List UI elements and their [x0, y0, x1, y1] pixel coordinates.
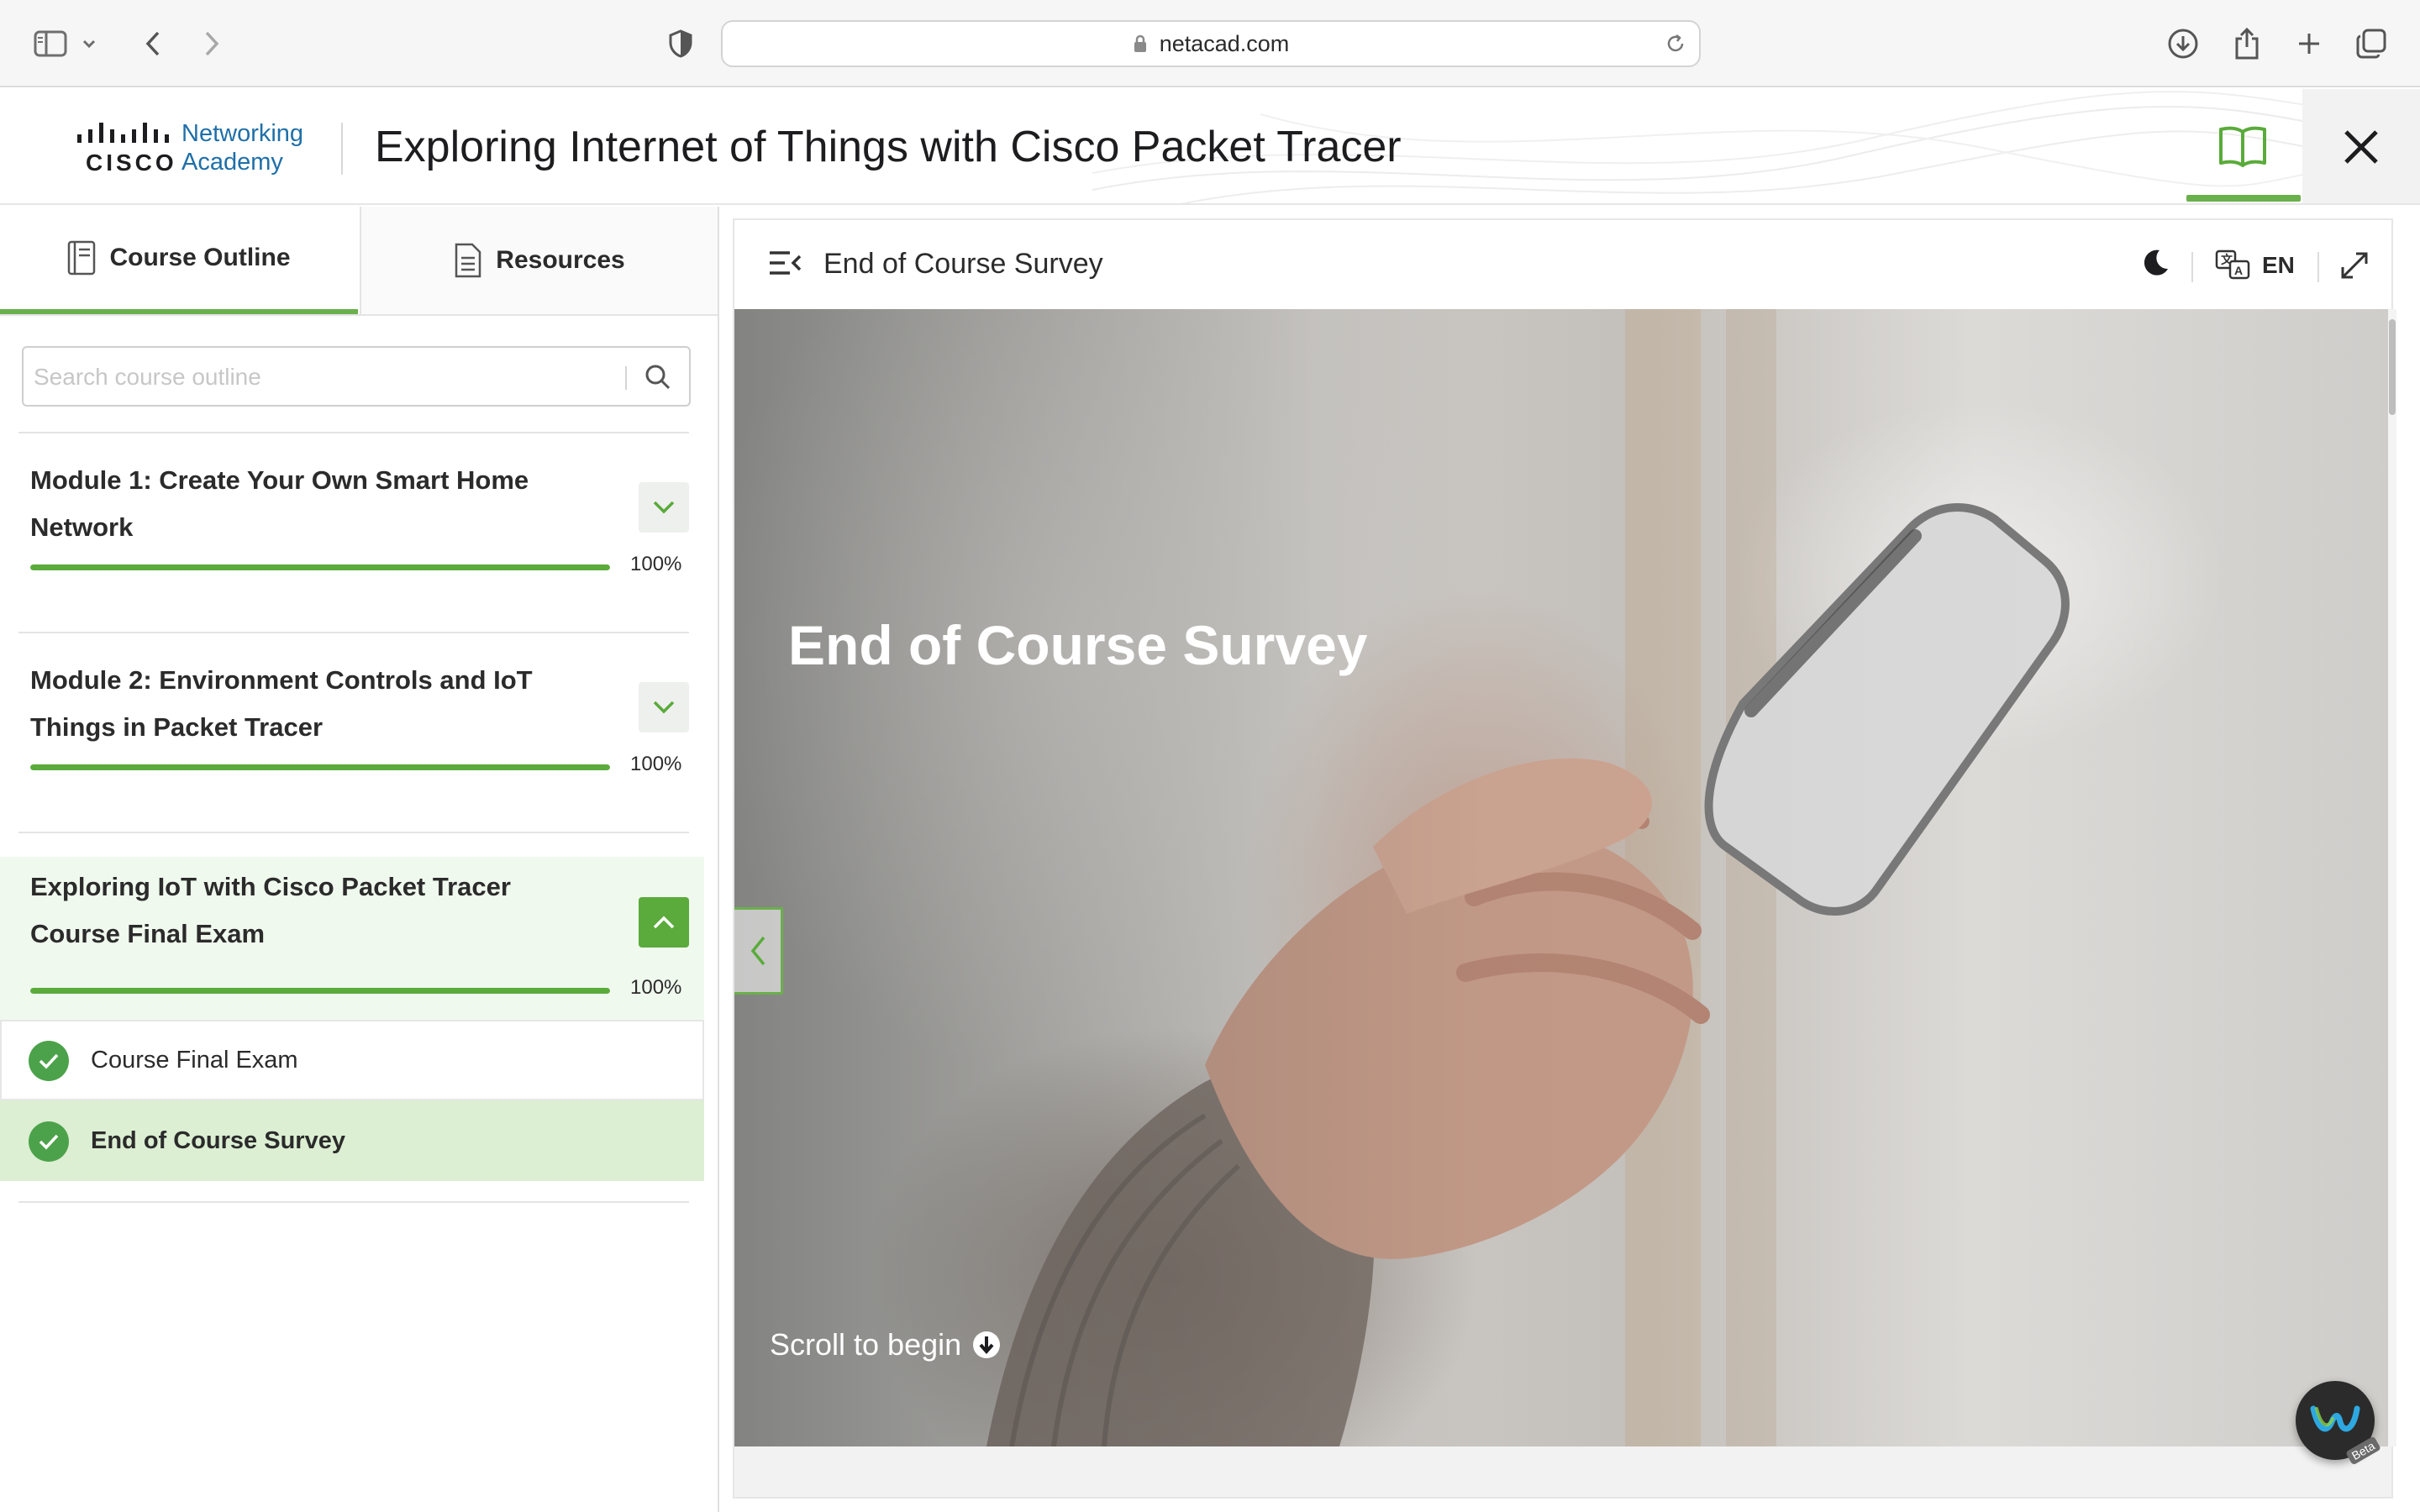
- new-tab-icon[interactable]: [2286, 20, 2333, 67]
- content-footer: [734, 1446, 2391, 1497]
- translate-icon: 文A: [2215, 249, 2250, 280]
- module-progress-fill: [30, 988, 610, 994]
- webex-assistant-button[interactable]: Beta: [2296, 1381, 2381, 1466]
- module-title: Module 2: Environment Controls and IoT T…: [30, 665, 533, 742]
- chevron-up-icon: [653, 916, 675, 929]
- document-icon: [455, 243, 481, 278]
- close-button[interactable]: [2302, 89, 2420, 203]
- sidebar-tabs: Course Outline Resources: [0, 207, 718, 316]
- module-final-exam[interactable]: Exploring IoT with Cisco Packet Tracer C…: [0, 857, 704, 1020]
- collapse-module-button[interactable]: [639, 897, 689, 948]
- header-divider: [2317, 252, 2319, 282]
- url-text: netacad.com: [1159, 30, 1290, 56]
- chevron-down-icon: [653, 701, 675, 714]
- lesson-course-final-exam[interactable]: Course Final Exam: [0, 1020, 704, 1100]
- reload-icon[interactable]: [1664, 32, 1687, 55]
- brand-bottom-text: Academy: [182, 149, 283, 176]
- module-title: Module 1: Create Your Own Smart Home Net…: [30, 465, 529, 542]
- arrow-down-circle-icon: [973, 1331, 1001, 1358]
- search-icon[interactable]: [644, 363, 672, 391]
- fullscreen-icon[interactable]: [2338, 249, 2371, 282]
- module-progress-bar: [30, 764, 610, 770]
- module-progress-fill: [30, 764, 610, 770]
- module-progress-percent: 100%: [630, 753, 682, 775]
- tab-overview-icon[interactable]: [2348, 20, 2395, 67]
- networking-academy-text: Networking Academy: [182, 119, 303, 176]
- brand-top-text: Networking: [182, 120, 304, 147]
- webex-icon: [2310, 1405, 2360, 1432]
- language-code: EN: [2262, 252, 2295, 278]
- hero-image: End of Course Survey Scroll to begin: [734, 309, 2391, 1446]
- book-active-indicator: [2186, 195, 2301, 202]
- chevron-left-icon: [750, 936, 765, 966]
- module-progress-bar: [30, 564, 610, 570]
- scroll-to-begin[interactable]: Scroll to begin: [770, 1324, 1002, 1366]
- address-bar[interactable]: netacad.com: [721, 20, 1701, 67]
- forward-icon[interactable]: [188, 20, 235, 67]
- content-header: End of Course Survey 文A EN: [734, 220, 2391, 309]
- divider: [18, 1201, 689, 1203]
- back-icon[interactable]: [129, 20, 176, 67]
- share-icon[interactable]: [2223, 20, 2270, 67]
- tab-course-outline-label: Course Outline: [109, 244, 291, 271]
- course-title: Exploring Internet of Things with Cisco …: [375, 123, 1402, 171]
- cisco-bridge-icon: [77, 123, 169, 143]
- logo-divider: [341, 123, 343, 175]
- privacy-shield-icon[interactable]: [657, 20, 704, 67]
- header-divider: [2191, 252, 2193, 282]
- module-progress-percent: 100%: [630, 976, 682, 999]
- collapse-menu-icon[interactable]: [768, 249, 802, 277]
- chevron-down-icon: [653, 501, 675, 514]
- svg-text:A: A: [2234, 264, 2243, 277]
- hero-title: End of Course Survey: [788, 614, 1368, 676]
- search-divider: [625, 366, 627, 390]
- tab-resources-label: Resources: [496, 246, 625, 274]
- completed-check-icon: [29, 1041, 69, 1081]
- content-scrollbar[interactable]: [2388, 309, 2396, 1446]
- completed-check-icon: [29, 1121, 69, 1162]
- module-progress-percent: 100%: [630, 553, 682, 575]
- tab-course-outline[interactable]: Course Outline: [0, 207, 358, 314]
- sidebar-toggle-icon[interactable]: [27, 20, 74, 67]
- course-sidebar: Course Outline Resources Module 1: Creat…: [0, 207, 719, 1512]
- divider: [18, 832, 689, 833]
- chevron-down-icon[interactable]: [74, 20, 104, 67]
- browser-toolbar: netacad.com: [0, 0, 2420, 87]
- dark-mode-icon[interactable]: [2139, 247, 2171, 279]
- expand-module-button[interactable]: [639, 482, 689, 533]
- module-2[interactable]: Module 2: Environment Controls and IoT T…: [0, 633, 704, 830]
- lesson-title: Course Final Exam: [91, 1047, 298, 1074]
- open-book-icon: [2219, 126, 2266, 167]
- lock-icon: [1134, 34, 1146, 52]
- tab-resources[interactable]: Resources: [360, 207, 718, 314]
- scroll-hint-text: Scroll to begin: [770, 1327, 962, 1362]
- course-book-button[interactable]: [2185, 89, 2301, 203]
- module-progress-fill: [30, 564, 610, 570]
- download-icon[interactable]: [2160, 20, 2207, 67]
- module-1[interactable]: Module 1: Create Your Own Smart Home Net…: [0, 433, 704, 630]
- search-input[interactable]: [34, 356, 622, 398]
- outline-search-box: [22, 346, 691, 407]
- hero-overlay: [734, 309, 2391, 1446]
- language-selector[interactable]: 文A EN: [2215, 244, 2295, 287]
- lesson-end-of-course-survey[interactable]: End of Course Survey: [0, 1100, 704, 1181]
- cisco-wordmark: CISCO: [86, 150, 177, 176]
- outline-icon: [68, 240, 96, 276]
- page-name: End of Course Survey: [823, 248, 1103, 280]
- module-title: Exploring IoT with Cisco Packet Tracer C…: [30, 872, 511, 948]
- cisco-networking-academy-logo[interactable]: CISCO Networking Academy: [77, 116, 329, 180]
- expand-module-button[interactable]: [639, 682, 689, 732]
- content-panel: End of Course Survey 文A EN End of Course…: [733, 218, 2396, 1499]
- site-header: CISCO Networking Academy Exploring Inter…: [0, 89, 2420, 205]
- close-icon: [2344, 130, 2378, 164]
- lesson-title: End of Course Survey: [91, 1127, 345, 1154]
- scrollbar-thumb[interactable]: [2389, 319, 2396, 415]
- previous-page-button[interactable]: [734, 907, 783, 995]
- module-progress-bar: [30, 988, 610, 994]
